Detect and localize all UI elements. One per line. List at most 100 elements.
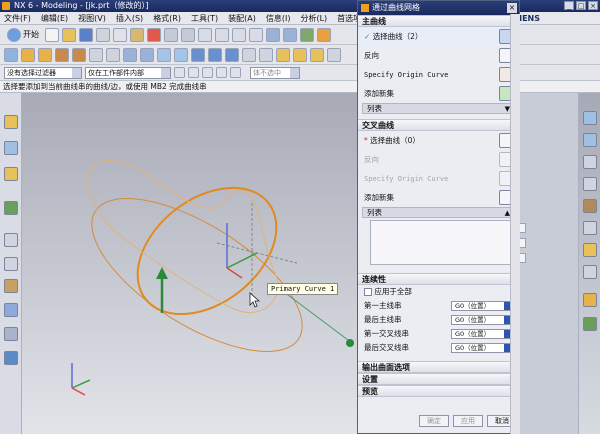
continuity-select[interactable]: G0（位置） [451, 315, 513, 325]
mirror-icon[interactable] [242, 47, 256, 62]
view-orient-icon[interactable] [283, 27, 297, 42]
view-iso-icon[interactable] [583, 177, 597, 191]
apply-button[interactable]: 应用 [453, 415, 483, 427]
menu-info[interactable]: 信息(I) [266, 13, 291, 24]
sketch-icon[interactable] [317, 27, 331, 42]
constraint-navigator-icon[interactable] [4, 141, 18, 155]
cross-list-header[interactable]: 列表 ▲ [362, 207, 515, 218]
start-button[interactable]: 开始 [4, 27, 42, 42]
curve-mesh-icon[interactable] [293, 47, 307, 62]
continuity-select[interactable]: G0（位置） [451, 329, 513, 339]
subtract-icon[interactable] [174, 47, 188, 62]
open-folder-icon[interactable] [62, 27, 76, 42]
pan-icon[interactable] [249, 27, 263, 42]
menu-file[interactable]: 文件(F) [4, 13, 31, 24]
fit-view-icon[interactable] [198, 27, 212, 42]
minimize-icon[interactable]: _ [564, 1, 574, 10]
preview-header[interactable]: 预览 ▼ [358, 385, 519, 397]
primary-add-set-row[interactable]: 添加新集 [358, 84, 519, 103]
datum-plane-icon[interactable] [123, 47, 137, 62]
edge-blend-icon[interactable] [191, 47, 205, 62]
menu-insert[interactable]: 插入(S) [116, 13, 143, 24]
cut-icon[interactable] [96, 27, 110, 42]
pattern-icon[interactable] [259, 47, 273, 62]
system-materials-icon[interactable] [4, 303, 18, 317]
measure-icon[interactable] [583, 293, 597, 307]
save-icon[interactable] [79, 27, 93, 42]
render-icon[interactable] [266, 27, 280, 42]
graphics-window[interactable]: Primary Curve 1 [22, 93, 362, 434]
cross-add-set-row[interactable]: 添加新集 [358, 188, 519, 207]
primary-curves-header[interactable]: 主曲线 ▲ [358, 15, 519, 27]
sketch-tool-icon[interactable] [4, 47, 18, 62]
primary-list-header[interactable]: 列表 ▼ [362, 103, 515, 114]
cylinder-icon[interactable] [72, 47, 86, 62]
continuity-select[interactable]: G0（位置） [451, 301, 513, 311]
zoom-icon[interactable] [215, 27, 229, 42]
analysis-icon[interactable] [583, 317, 597, 331]
cross-curves-header[interactable]: 交叉曲线 ▲ [358, 119, 519, 131]
filter-reset-icon[interactable] [174, 67, 185, 78]
menu-format[interactable]: 格式(R) [153, 13, 181, 24]
point-icon[interactable] [327, 47, 341, 62]
apply-all-checkbox[interactable] [364, 288, 372, 296]
wireframe-icon[interactable] [583, 221, 597, 235]
swept-icon[interactable] [310, 47, 324, 62]
menu-view[interactable]: 视图(V) [78, 13, 106, 24]
snap-quadrant-icon[interactable] [230, 67, 241, 78]
assembly-navigator-icon[interactable] [4, 115, 18, 129]
revolve-icon[interactable] [38, 47, 52, 62]
primary-origin-row[interactable]: Specify Origin Curve [358, 65, 519, 84]
primary-reverse-row[interactable]: 反向 [358, 46, 519, 65]
rotate-icon[interactable] [232, 27, 246, 42]
chamfer-icon[interactable] [208, 47, 222, 62]
new-file-icon[interactable] [45, 27, 59, 42]
cross-origin-row[interactable]: Specify Origin Curve [358, 169, 519, 188]
curve-rule-select[interactable]: 体不选中 [250, 66, 300, 79]
layer-icon[interactable] [300, 27, 314, 42]
extrude-icon[interactable] [21, 47, 35, 62]
menu-edit[interactable]: 编辑(E) [41, 13, 68, 24]
datum-axis-icon[interactable] [140, 47, 154, 62]
shaded-icon[interactable] [583, 199, 597, 213]
snap-midpoint-icon[interactable] [202, 67, 213, 78]
primary-select-curve-row[interactable]: ✓ 选择曲线（2） [358, 27, 519, 46]
snap-endpoint-icon[interactable] [188, 67, 199, 78]
history-icon[interactable] [4, 279, 18, 293]
hole-icon[interactable] [89, 47, 103, 62]
dialog-scrollbar[interactable] [510, 14, 520, 434]
curve-end-point[interactable] [346, 339, 354, 347]
block-icon[interactable] [55, 47, 69, 62]
menu-assembly[interactable]: 装配(A) [228, 13, 256, 24]
delete-icon[interactable] [147, 27, 161, 42]
paste-icon[interactable] [130, 27, 144, 42]
shell-icon[interactable] [225, 47, 239, 62]
reuse-library-icon[interactable] [4, 201, 18, 215]
primary-curve-outer[interactable] [69, 169, 326, 381]
cross-reverse-row[interactable]: 反向 [358, 150, 519, 169]
snap-center-icon[interactable] [216, 67, 227, 78]
roles-icon[interactable] [4, 351, 18, 365]
ok-button[interactable]: 确定 [419, 415, 449, 427]
part-navigator-icon[interactable] [4, 167, 18, 181]
dialog-close-button[interactable]: × [507, 3, 517, 13]
close-icon[interactable]: × [588, 1, 598, 10]
redo-icon[interactable] [181, 27, 195, 42]
maximize-icon[interactable]: □ [576, 1, 586, 10]
hd3d-tools-icon[interactable] [4, 233, 18, 247]
web-browser-icon[interactable] [4, 257, 18, 271]
continuity-select[interactable]: G0（位置） [451, 343, 513, 353]
undo-icon[interactable] [164, 27, 178, 42]
settings-header[interactable]: 设置 ▼ [358, 373, 519, 385]
cross-select-curve-row[interactable]: * 选择曲线（0） [358, 131, 519, 150]
copy-icon[interactable] [113, 27, 127, 42]
cross-curve-wavy[interactable] [87, 160, 279, 314]
process-studio-icon[interactable] [4, 327, 18, 341]
cross-curve-list[interactable] [370, 220, 526, 265]
view-top-icon[interactable] [583, 133, 597, 147]
type-filter-select[interactable]: 没有选择过滤器 [4, 66, 82, 79]
view-front-icon[interactable] [583, 111, 597, 125]
output-options-header[interactable]: 输出曲面选项 ▼ [358, 361, 519, 373]
section-icon[interactable] [583, 243, 597, 257]
boss-icon[interactable] [106, 47, 120, 62]
